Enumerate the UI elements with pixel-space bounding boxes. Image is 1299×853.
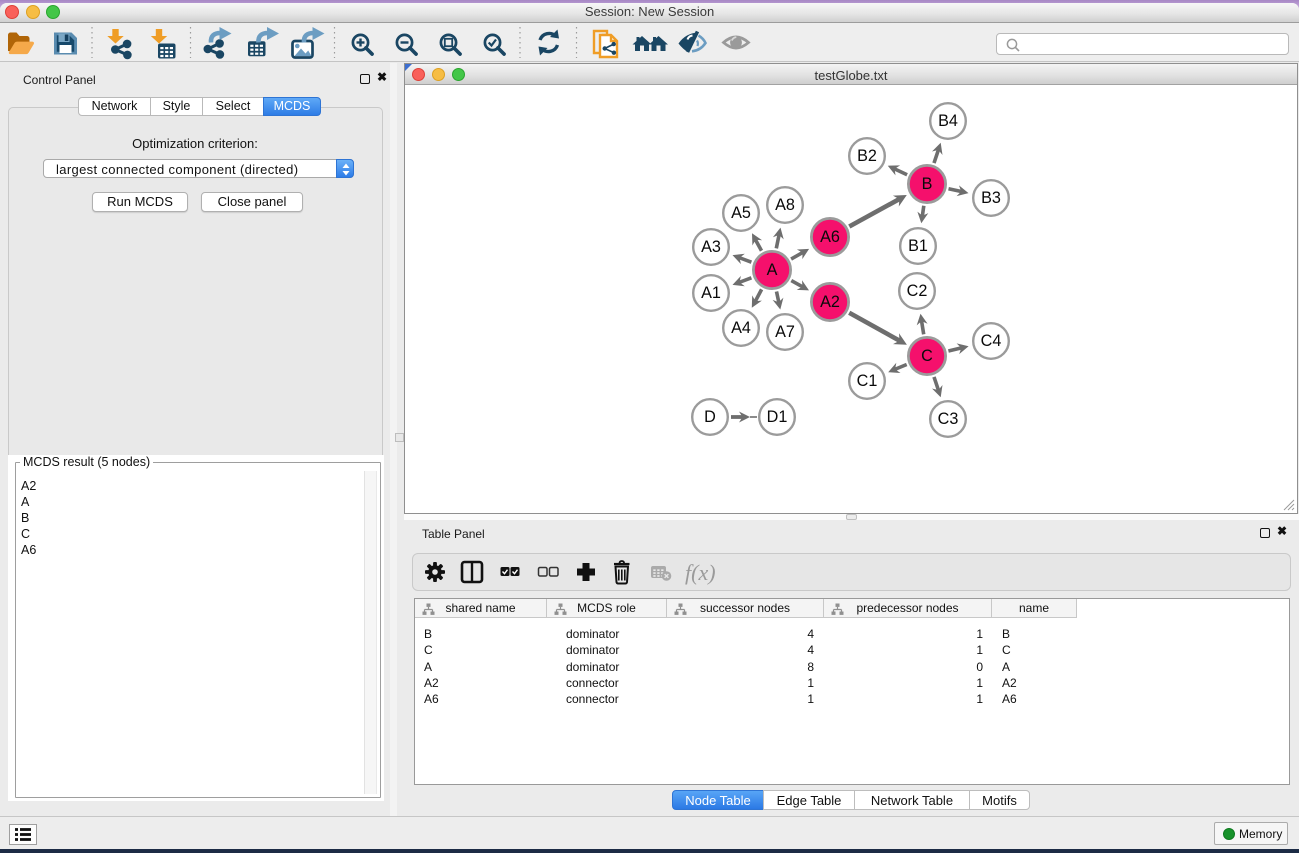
svg-text:A4: A4 (731, 319, 751, 337)
svg-text:A5: A5 (731, 204, 751, 222)
svg-text:B1: B1 (908, 237, 928, 255)
svg-text:A6: A6 (820, 228, 840, 246)
svg-text:B: B (922, 175, 933, 193)
svg-text:A3: A3 (701, 238, 721, 256)
svg-text:A7: A7 (775, 323, 795, 341)
svg-text:D: D (704, 408, 716, 426)
svg-text:f(x): f(x) (685, 560, 716, 585)
svg-text:B3: B3 (981, 189, 1001, 207)
svg-text:D1: D1 (767, 408, 788, 426)
svg-text:A1: A1 (701, 284, 721, 302)
svg-text:C3: C3 (938, 410, 959, 428)
svg-text:A8: A8 (775, 196, 795, 214)
svg-text:A: A (767, 261, 778, 279)
svg-text:C: C (921, 347, 933, 365)
svg-text:B4: B4 (938, 112, 958, 130)
svg-text:C4: C4 (981, 332, 1002, 350)
svg-text:A2: A2 (820, 293, 840, 311)
svg-text:B2: B2 (857, 147, 877, 165)
svg-text:C2: C2 (907, 282, 928, 300)
svg-text:C1: C1 (857, 372, 878, 390)
